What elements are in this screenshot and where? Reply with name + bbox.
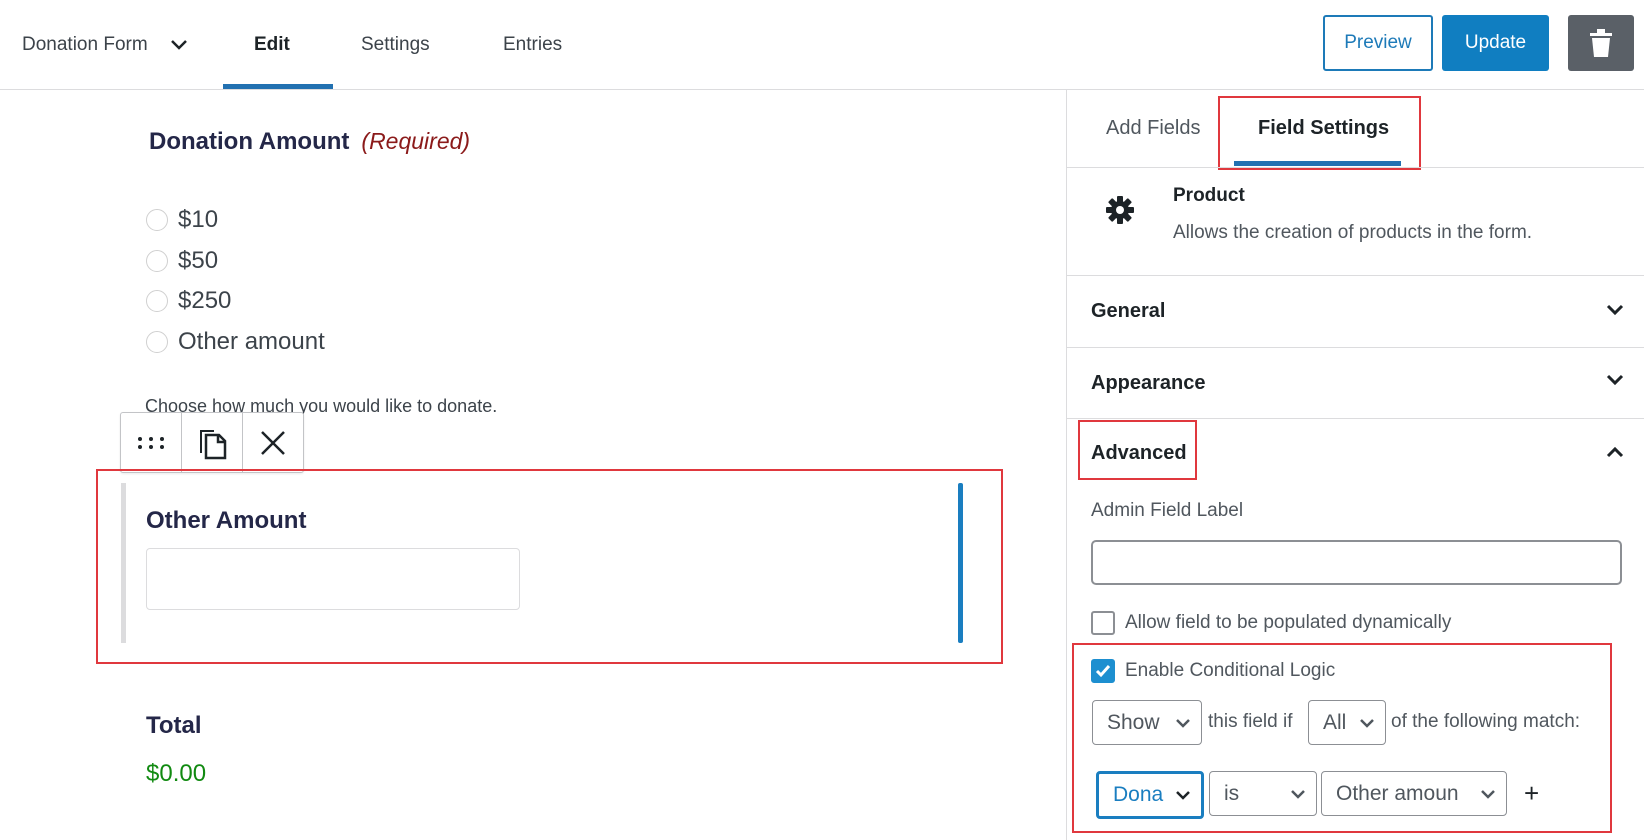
select-value: Other amoun [1336, 781, 1459, 805]
field-toolbar [120, 412, 304, 473]
logic-type-select[interactable]: All [1308, 700, 1386, 745]
duplicate-icon [200, 429, 227, 459]
text-of-following-match: of the following match: [1391, 711, 1581, 732]
rule-field-select[interactable]: Dona [1096, 771, 1204, 819]
field-type-title: Product [1173, 185, 1245, 206]
select-value: Dona [1113, 783, 1164, 806]
radio-option-250[interactable]: $250 [146, 287, 231, 315]
update-button[interactable]: Update [1442, 15, 1549, 71]
chevron-down-icon [170, 40, 187, 50]
tab-entries[interactable]: Entries [503, 34, 562, 56]
radio-button[interactable] [146, 331, 168, 353]
divider [1067, 347, 1644, 348]
field-selected-indicator [958, 483, 963, 643]
drag-handle-button[interactable] [121, 413, 182, 472]
highlight-box-field-settings [1218, 96, 1421, 170]
donation-amount-label: Donation Amount (Required) [149, 128, 470, 156]
checkmark-icon [1095, 665, 1111, 678]
chevron-down-icon [1291, 789, 1305, 799]
radio-option-50[interactable]: $50 [146, 247, 218, 275]
select-value: Show [1107, 710, 1160, 734]
admin-field-input[interactable] [1091, 540, 1622, 585]
donation-amount-title: Donation Amount [149, 128, 350, 155]
tab-edit[interactable]: Edit [254, 34, 290, 56]
admin-field-label: Admin Field Label [1091, 500, 1244, 521]
section-appearance[interactable]: Appearance [1091, 372, 1206, 395]
populate-label: Allow field to be populated dynamically [1125, 612, 1452, 633]
divider [1067, 167, 1644, 168]
radio-button[interactable] [146, 290, 168, 312]
radio-option-10[interactable]: $10 [146, 206, 218, 234]
radio-label: $50 [178, 247, 219, 274]
chevron-down-icon [1176, 791, 1190, 800]
tab-settings[interactable]: Settings [361, 34, 430, 56]
radio-option-other[interactable]: Other amount [146, 328, 325, 356]
other-amount-label: Other Amount [146, 507, 307, 534]
delete-button[interactable] [1568, 15, 1634, 71]
text-this-field-if: this field if [1208, 711, 1293, 732]
chevron-up-icon[interactable] [1605, 442, 1625, 462]
highlight-box-advanced [1078, 420, 1197, 480]
active-tab-indicator [223, 84, 333, 89]
radio-label: Other amount [178, 328, 325, 355]
total-value: $0.00 [146, 760, 207, 787]
tab-add-fields[interactable]: Add Fields [1106, 117, 1201, 140]
conditional-logic-option[interactable]: Enable Conditional Logic [1091, 659, 1335, 683]
gear-icon [1106, 196, 1134, 224]
rule-operator-select[interactable]: is [1209, 771, 1317, 816]
field-left-border [121, 483, 126, 643]
rule-value-select[interactable]: Other amoun [1321, 771, 1507, 816]
conditional-logic-checkbox[interactable] [1091, 659, 1115, 683]
drag-handle-icon [138, 436, 164, 449]
required-indicator: (Required) [361, 128, 471, 154]
select-value: is [1224, 781, 1240, 805]
divider [1067, 418, 1644, 419]
chevron-down-icon [1481, 789, 1495, 799]
close-icon [261, 430, 285, 455]
radio-button[interactable] [146, 209, 168, 231]
remove-field-button[interactable] [243, 413, 303, 472]
total-label: Total [146, 712, 202, 739]
preview-button[interactable]: Preview [1323, 15, 1433, 71]
form-switcher[interactable]: Donation Form [22, 34, 188, 56]
radio-button[interactable] [146, 250, 168, 272]
select-value: All [1323, 710, 1347, 734]
radio-label: $10 [178, 206, 219, 233]
section-general[interactable]: General [1091, 300, 1165, 323]
radio-label: $250 [178, 287, 232, 314]
divider [1067, 275, 1644, 276]
conditional-logic-label: Enable Conditional Logic [1125, 660, 1336, 681]
field-type-description: Allows the creation of products in the f… [1173, 222, 1533, 243]
chevron-down-icon[interactable] [1605, 370, 1625, 390]
form-name: Donation Form [22, 34, 148, 55]
populate-dynamically-option[interactable]: Allow field to be populated dynamically [1091, 611, 1451, 635]
chevron-down-icon [1176, 718, 1190, 728]
chevron-down-icon[interactable] [1605, 300, 1625, 320]
duplicate-button[interactable] [182, 413, 243, 472]
populate-checkbox[interactable] [1091, 611, 1115, 635]
chevron-down-icon [1360, 718, 1374, 728]
other-amount-input[interactable] [146, 548, 520, 610]
add-rule-button[interactable]: + [1524, 778, 1539, 809]
trash-icon [1590, 29, 1612, 57]
action-type-select[interactable]: Show [1092, 700, 1202, 745]
